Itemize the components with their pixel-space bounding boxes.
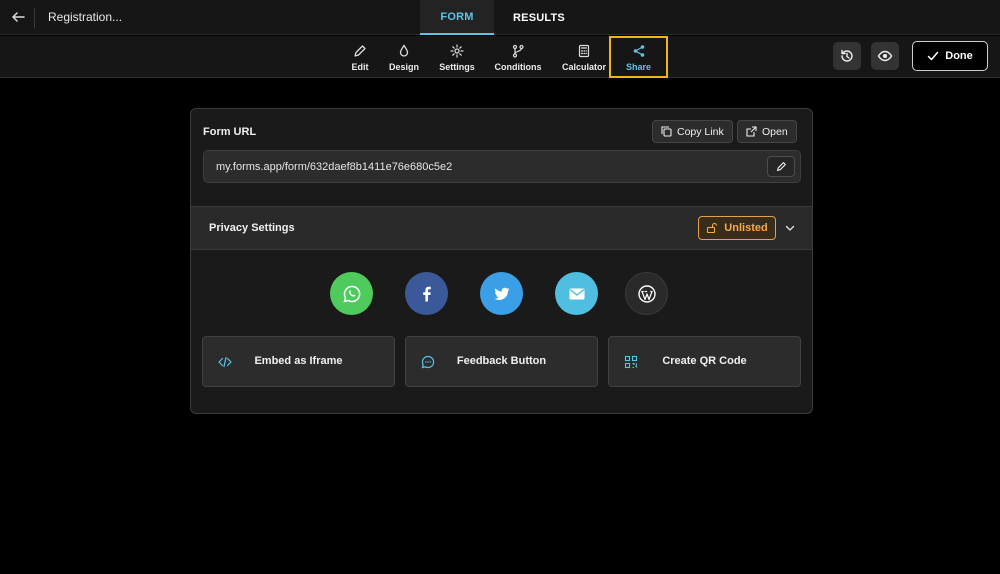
create-qr-code-label: Create QR Code [662, 355, 747, 367]
form-url-value: my.forms.app/form/632daef8b1411e76e680c5… [216, 161, 453, 173]
edit-url-button[interactable] [767, 156, 795, 177]
pencil-icon [352, 43, 368, 59]
droplet-icon [396, 43, 412, 59]
embed-iframe-label: Embed as Iframe [254, 355, 343, 367]
eye-icon [877, 50, 893, 62]
tool-label: Settings [439, 61, 475, 72]
twitter-icon [494, 287, 509, 300]
copy-icon [661, 126, 672, 137]
copy-link-button[interactable]: Copy Link [652, 120, 733, 143]
editor-toolbar: Edit Design Settings Conditions Calculat… [0, 36, 1000, 78]
divider [34, 8, 35, 28]
tool-label: Calculator [561, 61, 606, 72]
external-link-icon [746, 126, 757, 137]
share-icon [631, 43, 647, 59]
chevron-down-icon[interactable] [782, 220, 798, 236]
tool-label: Edit [351, 61, 369, 72]
open-label: Open [762, 125, 788, 138]
whatsapp-share-button[interactable] [330, 272, 373, 315]
tool-calculator[interactable]: Calculator [560, 36, 608, 78]
back-button[interactable] [6, 5, 30, 29]
form-url-label: Form URL [203, 126, 257, 138]
tool-label: Design [388, 61, 419, 72]
email-share-button[interactable] [555, 272, 598, 315]
whatsapp-icon [342, 285, 360, 303]
tab-form[interactable]: FORM [420, 0, 494, 35]
facebook-share-button[interactable] [405, 272, 448, 315]
arrow-left-icon [12, 12, 25, 22]
tool-share[interactable]: Share [609, 36, 668, 78]
gear-icon [449, 43, 465, 59]
privacy-status-label: Unlisted [724, 222, 768, 234]
feedback-button-label: Feedback Button [456, 355, 547, 367]
envelope-icon [569, 288, 584, 299]
check-icon [928, 51, 939, 61]
wordpress-share-button[interactable] [625, 272, 668, 315]
feedback-button-option[interactable]: Feedback Button [405, 336, 598, 387]
share-panel: Form URL Copy Link Open my.forms.app/for… [190, 108, 813, 414]
top-bar: Registration... FORM RESULTS [0, 0, 1000, 35]
tool-settings[interactable]: Settings [436, 36, 478, 78]
unlock-icon [707, 222, 718, 234]
preview-button[interactable] [871, 42, 899, 70]
tab-results[interactable]: RESULTS [500, 0, 578, 35]
privacy-status-badge[interactable]: Unlisted [698, 216, 776, 240]
open-button[interactable]: Open [737, 120, 797, 143]
done-label: Done [945, 50, 973, 62]
tool-label: Conditions [494, 61, 542, 72]
privacy-settings-label: Privacy Settings [209, 222, 295, 234]
history-button[interactable] [833, 42, 861, 70]
form-title[interactable]: Registration... [48, 10, 122, 24]
tool-design[interactable]: Design [386, 36, 422, 78]
tool-conditions[interactable]: Conditions [494, 36, 542, 78]
pencil-icon [776, 162, 786, 172]
copy-link-label: Copy Link [677, 125, 724, 138]
form-url-field[interactable]: my.forms.app/form/632daef8b1411e76e680c5… [203, 150, 801, 183]
tool-label: Share [625, 61, 651, 72]
embed-iframe-button[interactable]: Embed as Iframe [202, 336, 395, 387]
branch-icon [510, 43, 526, 59]
history-icon [841, 49, 853, 62]
facebook-icon [422, 286, 431, 301]
calculator-icon [576, 43, 592, 59]
create-qr-code-button[interactable]: Create QR Code [608, 336, 801, 387]
wordpress-icon [637, 284, 656, 303]
done-button[interactable]: Done [912, 41, 988, 71]
twitter-share-button[interactable] [480, 272, 523, 315]
tool-edit[interactable]: Edit [345, 36, 375, 78]
privacy-settings-row[interactable]: Privacy Settings Unlisted [191, 206, 812, 250]
